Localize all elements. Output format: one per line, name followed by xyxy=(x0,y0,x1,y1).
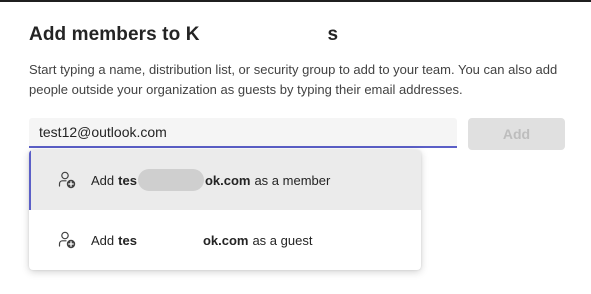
dialog-title-start: Add members to K xyxy=(29,24,200,45)
suggestion-add-as-member[interactable]: Add tes ok.com as a member xyxy=(29,150,421,210)
suggestion-suffix: as a member xyxy=(254,172,331,188)
suggestion-dropdown: Add tes ok.com as a member Add tes ok.com … xyxy=(29,150,421,270)
suggestion-suffix: as a guest xyxy=(252,232,313,248)
suggestion-email-end: ok.com xyxy=(202,232,249,248)
suggestion-prefix: Add xyxy=(91,232,115,248)
redacted-team-name xyxy=(200,39,328,40)
suggestion-email-start: tes xyxy=(118,232,137,248)
redacted-email-part xyxy=(137,169,204,191)
redacted-email-part xyxy=(137,240,203,241)
add-button[interactable]: Add xyxy=(468,118,565,150)
suggestion-email-start: tes xyxy=(118,172,137,188)
suggestion-text: Add tes ok.com as a guest xyxy=(91,233,312,248)
person-add-icon xyxy=(57,170,77,190)
member-search-input[interactable] xyxy=(29,118,457,146)
dialog-title-end: s xyxy=(327,24,339,45)
dialog-description: Start typing a name, distribution list, … xyxy=(29,62,558,97)
add-members-dialog: Add members to K s Start typing a name, d… xyxy=(0,2,591,294)
suggestion-prefix: Add xyxy=(91,172,115,188)
suggestion-email-end: ok.com xyxy=(204,172,251,188)
dialog-title: Add members to K s xyxy=(29,24,338,46)
suggestion-text: Add tes ok.com as a member xyxy=(91,169,330,191)
suggestion-add-as-guest[interactable]: Add tes ok.com as a guest xyxy=(29,210,421,270)
member-search-field[interactable] xyxy=(29,118,457,148)
person-add-icon xyxy=(57,230,77,250)
